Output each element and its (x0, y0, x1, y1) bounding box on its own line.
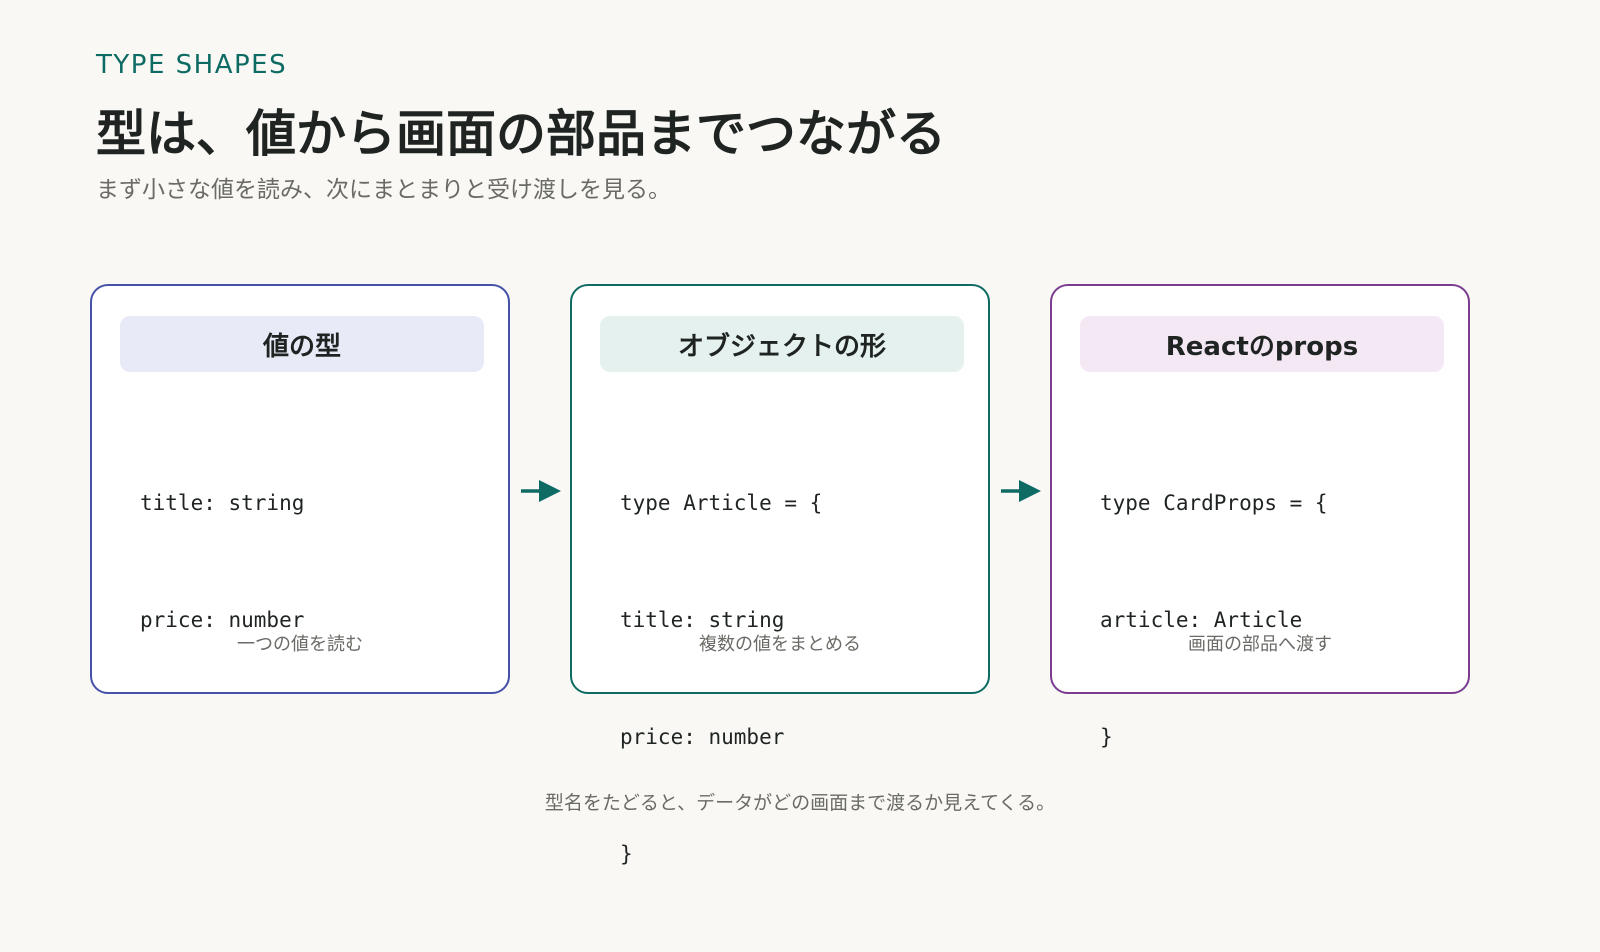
code-block: title: string price: number (140, 406, 304, 718)
code-line: type CardProps = { (1100, 491, 1328, 515)
card-caption: 画面の部品へ渡す (1188, 634, 1332, 655)
card-title: Reactのprops (1080, 316, 1444, 372)
page-subtitle: まず小さな値を読み、次にまとまりと受け渡しを見る。 (96, 177, 671, 203)
arrow-right-icon (1001, 480, 1041, 502)
card-title: 値の型 (120, 316, 484, 372)
code-block: type CardProps = { article: Article } (1100, 406, 1328, 835)
card-caption: 一つの値を読む (237, 634, 363, 655)
eyebrow-label: TYPE SHAPES (96, 50, 288, 80)
card-caption: 複数の値をまとめる (699, 634, 861, 655)
code-line: } (620, 842, 633, 866)
page-title: 型は、値から画面の部品までつながる (96, 105, 946, 163)
code-block: type Article = { title: string price: nu… (620, 406, 822, 952)
code-line: title: string (140, 491, 305, 515)
arrow-right-icon (521, 480, 561, 502)
card-value-type: 値の型 title: string price: number 一つの値を読む (90, 284, 510, 694)
code-line: type Article = { (620, 491, 823, 515)
code-line: } (1100, 725, 1113, 749)
card-react-props: Reactのprops type CardProps = { article: … (1050, 284, 1470, 749)
card-object-shape: オブジェクトの形 type Article = { title: string … (570, 284, 990, 866)
footer-note: 型名をたどると、データがどの画面まで渡るか見えてくる。 (544, 792, 1056, 814)
card-title: オブジェクトの形 (600, 316, 964, 372)
code-line: price: number (620, 725, 785, 749)
